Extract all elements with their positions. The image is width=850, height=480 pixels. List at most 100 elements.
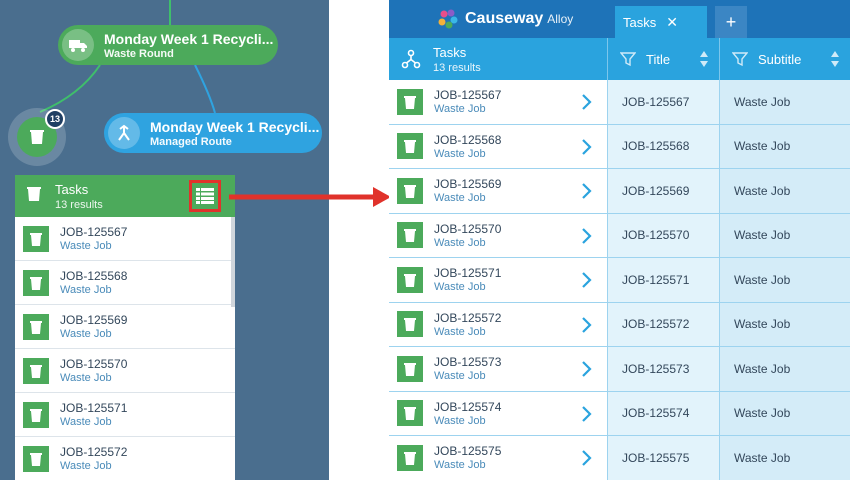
list-item-title: JOB-125567 [60, 225, 128, 239]
subtitle-cell: Waste Job [720, 258, 850, 302]
sort-icon[interactable] [830, 50, 840, 68]
chevron-right-icon[interactable] [581, 271, 593, 289]
task-cell-subtitle: Waste Job [434, 192, 486, 205]
managed-route-subtitle: Managed Route [150, 135, 232, 148]
subtitle-cell: Waste Job [720, 80, 850, 124]
table-row[interactable]: JOB-125570 Waste Job JOB-125570 Waste Job [389, 213, 850, 258]
title-cell: JOB-125569 [608, 169, 720, 213]
sort-icon[interactable] [699, 50, 709, 68]
task-cell[interactable]: JOB-125575 Waste Job [389, 436, 608, 480]
subtitle-cell: Waste Job [720, 391, 850, 435]
filter-icon[interactable] [620, 51, 636, 67]
chevron-right-icon[interactable] [581, 182, 593, 200]
task-cell[interactable]: JOB-125574 Waste Job [389, 391, 608, 435]
brand: Causeway Alloy [437, 8, 573, 30]
task-cell-title: JOB-125571 [434, 266, 502, 281]
chevron-right-icon[interactable] [581, 227, 593, 245]
title-cell: JOB-125572 [608, 302, 720, 346]
list-item-title: JOB-125571 [60, 401, 128, 415]
bin-icon [397, 400, 423, 427]
table-row[interactable]: JOB-125571 Waste Job JOB-125571 Waste Job [389, 258, 850, 303]
title-cell: JOB-125567 [608, 80, 720, 124]
task-cell-subtitle: Waste Job [434, 103, 486, 116]
popup-scrollbar[interactable] [231, 217, 235, 307]
bin-icon: 13 [17, 109, 65, 157]
table-row[interactable]: JOB-125575 Waste Job JOB-125575 Waste Job [389, 436, 850, 480]
chevron-right-icon[interactable] [581, 449, 593, 467]
task-cell-title: JOB-125570 [434, 221, 502, 236]
managed-route-node[interactable]: Monday Week 1 Recycli... Managed Route [104, 113, 322, 153]
table-row[interactable]: JOB-125568 Waste Job JOB-125568 Waste Job [389, 124, 850, 169]
subtitle-cell: Waste Job [720, 347, 850, 391]
task-cell-title: JOB-125572 [434, 310, 502, 325]
truck-icon [62, 29, 94, 61]
bin-icon [397, 177, 423, 204]
list-item[interactable]: JOB-125572 Waste Job [15, 437, 235, 480]
table-row[interactable]: JOB-125574 Waste Job JOB-125574 Waste Job [389, 391, 850, 436]
chevron-right-icon[interactable] [581, 405, 593, 423]
list-item[interactable]: JOB-125570 Waste Job [15, 349, 235, 393]
column-header-subtitle[interactable]: Subtitle [720, 38, 850, 80]
bin-icon [23, 313, 49, 340]
column-header-title[interactable]: Title [608, 38, 720, 80]
task-cell-title: JOB-125574 [434, 399, 502, 414]
task-cluster[interactable]: 13 [8, 108, 66, 166]
list-item[interactable]: JOB-125569 Waste Job [15, 305, 235, 349]
list-item-title: JOB-125572 [60, 445, 128, 459]
bin-icon [23, 401, 49, 428]
title-cell: JOB-125568 [608, 124, 720, 168]
bin-icon [25, 185, 43, 208]
subtitle-cell: Waste Job [720, 213, 850, 257]
task-cell[interactable]: JOB-125569 Waste Job [389, 169, 608, 213]
route-icon [108, 117, 140, 149]
task-cell-title: JOB-125568 [434, 132, 502, 147]
task-cell[interactable]: JOB-125572 Waste Job [389, 302, 608, 346]
managed-route-title: Monday Week 1 Recycli... [150, 118, 320, 135]
bin-icon [397, 133, 423, 160]
bin-icon [23, 269, 49, 296]
title-cell: JOB-125574 [608, 391, 720, 435]
task-cell-subtitle: Waste Job [434, 370, 486, 383]
title-cell: JOB-125570 [608, 213, 720, 257]
title-cell: JOB-125571 [608, 258, 720, 302]
subtitle-cell: Waste Job [720, 124, 850, 168]
filter-icon[interactable] [732, 51, 748, 67]
task-cell[interactable]: JOB-125573 Waste Job [389, 347, 608, 391]
list-item[interactable]: JOB-125568 Waste Job [15, 261, 235, 305]
task-cell[interactable]: JOB-125570 Waste Job [389, 213, 608, 257]
table-row[interactable]: JOB-125569 Waste Job JOB-125569 Waste Job [389, 169, 850, 214]
task-cell[interactable]: JOB-125567 Waste Job [389, 80, 608, 124]
task-cell-title: JOB-125575 [434, 444, 502, 459]
table-view-icon [196, 188, 214, 204]
add-tab-button[interactable]: + [715, 6, 747, 38]
subtitle-cell: Waste Job [720, 169, 850, 213]
chevron-right-icon[interactable] [581, 360, 593, 378]
task-cell-subtitle: Waste Job [434, 281, 486, 294]
waste-round-node[interactable]: Monday Week 1 Recycli... Waste Round [58, 25, 278, 65]
waste-round-subtitle: Waste Round [104, 47, 174, 60]
table-row[interactable]: JOB-125572 Waste Job JOB-125572 Waste Job [389, 302, 850, 347]
task-cell-subtitle: Waste Job [434, 459, 486, 472]
task-cell[interactable]: JOB-125568 Waste Job [389, 124, 608, 168]
column-title-label: Title [646, 51, 671, 67]
chevron-right-icon[interactable] [581, 93, 593, 111]
close-icon[interactable]: ✕ [666, 14, 678, 31]
bin-icon [23, 357, 49, 384]
table-row[interactable]: JOB-125573 Waste Job JOB-125573 Waste Job [389, 347, 850, 392]
title-cell: JOB-125573 [608, 347, 720, 391]
chevron-right-icon[interactable] [581, 138, 593, 156]
subtitle-cell: Waste Job [720, 436, 850, 480]
list-item[interactable]: JOB-125567 Waste Job [15, 217, 235, 261]
table-row[interactable]: JOB-125567 Waste Job JOB-125567 Waste Job [389, 80, 850, 125]
tasks-popup-panel: Tasks 13 results JOB-125567 Waste Job JOB… [15, 175, 235, 480]
map-view: Monday Week 1 Recycli... Waste Round Mon… [0, 0, 329, 480]
table-view-button[interactable] [189, 180, 221, 212]
list-item-subtitle: Waste Job [60, 284, 112, 296]
screenshot-root: Monday Week 1 Recycli... Waste Round Mon… [0, 0, 850, 480]
task-cell[interactable]: JOB-125571 Waste Job [389, 258, 608, 302]
tab-tasks[interactable]: Tasks ✕ [615, 6, 707, 38]
task-cell-subtitle: Waste Job [434, 414, 486, 427]
brand-name: Causeway [465, 10, 544, 27]
chevron-right-icon[interactable] [581, 316, 593, 334]
list-item[interactable]: JOB-125571 Waste Job [15, 393, 235, 437]
